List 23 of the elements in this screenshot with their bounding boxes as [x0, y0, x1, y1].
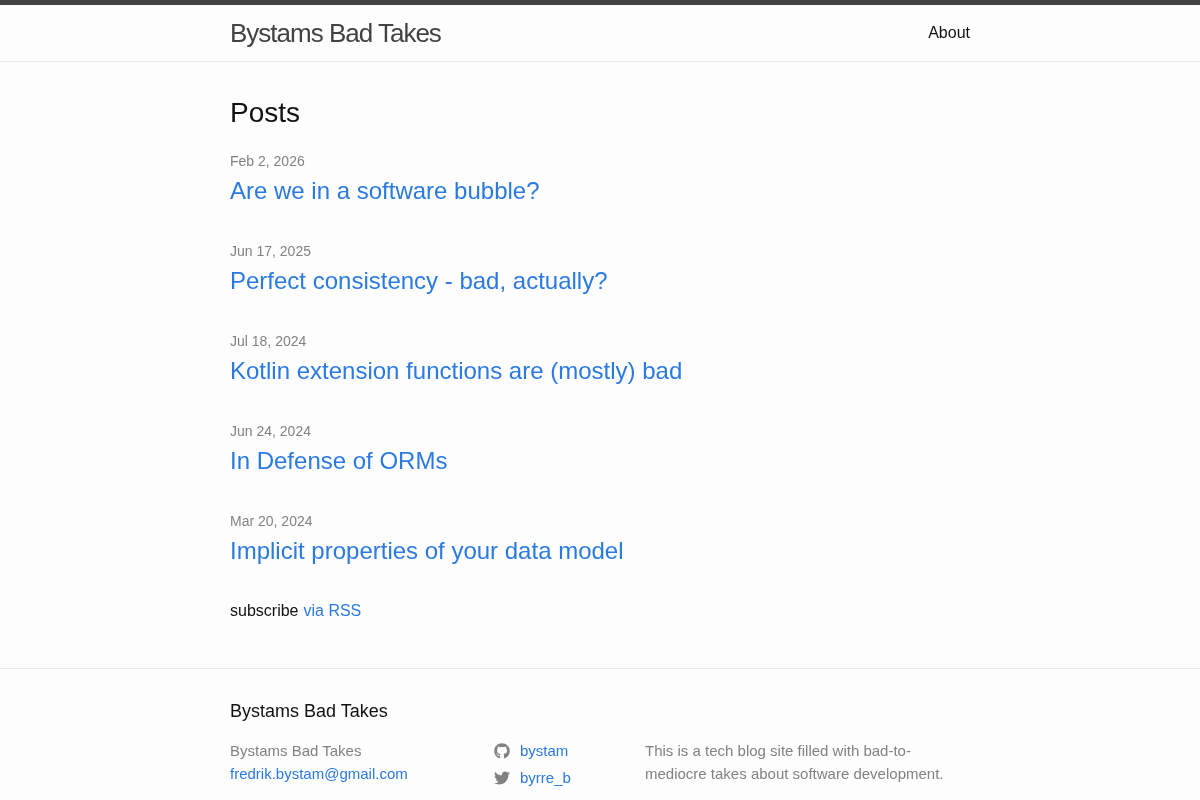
email-link[interactable]: fredrik.bystam@gmail.com	[230, 762, 408, 785]
footer-name: Bystams Bad Takes	[230, 741, 362, 761]
post-link[interactable]: In Defense of ORMs	[230, 443, 448, 479]
nav-link[interactable]: About	[928, 21, 970, 45]
post-date: Jun 24, 2024	[230, 422, 311, 441]
post-date: Feb 2, 2026	[230, 152, 305, 171]
page-heading: Posts	[230, 96, 301, 130]
post-date: Mar 20, 2024	[230, 512, 313, 531]
post-link[interactable]: Perfect consistency - bad, actually?	[230, 263, 608, 299]
social-link[interactable]: byrre_b	[520, 767, 571, 789]
rss-link[interactable]: via RSS	[303, 599, 362, 623]
post-date: Jun 17, 2025	[230, 242, 311, 261]
post-link[interactable]: Are we in a software bubble?	[230, 173, 540, 209]
site-description: This is a tech blog site filled with bad-to-mediocre takes about software development.	[645, 741, 945, 784]
post-date: Jul 18, 2024	[230, 332, 307, 351]
social-link[interactable]: bystam	[520, 740, 569, 762]
site-title[interactable]: Bystams Bad Takes	[230, 5, 441, 61]
github-icon	[494, 743, 510, 759]
post-link[interactable]: Implicit properties of your data model	[230, 533, 624, 569]
post-link[interactable]: Kotlin extension functions are (mostly) bad	[230, 353, 683, 389]
bird-icon	[494, 770, 510, 786]
subscribe-text: subscribe	[230, 601, 299, 621]
footer-heading: Bystams Bad Takes	[230, 700, 388, 723]
